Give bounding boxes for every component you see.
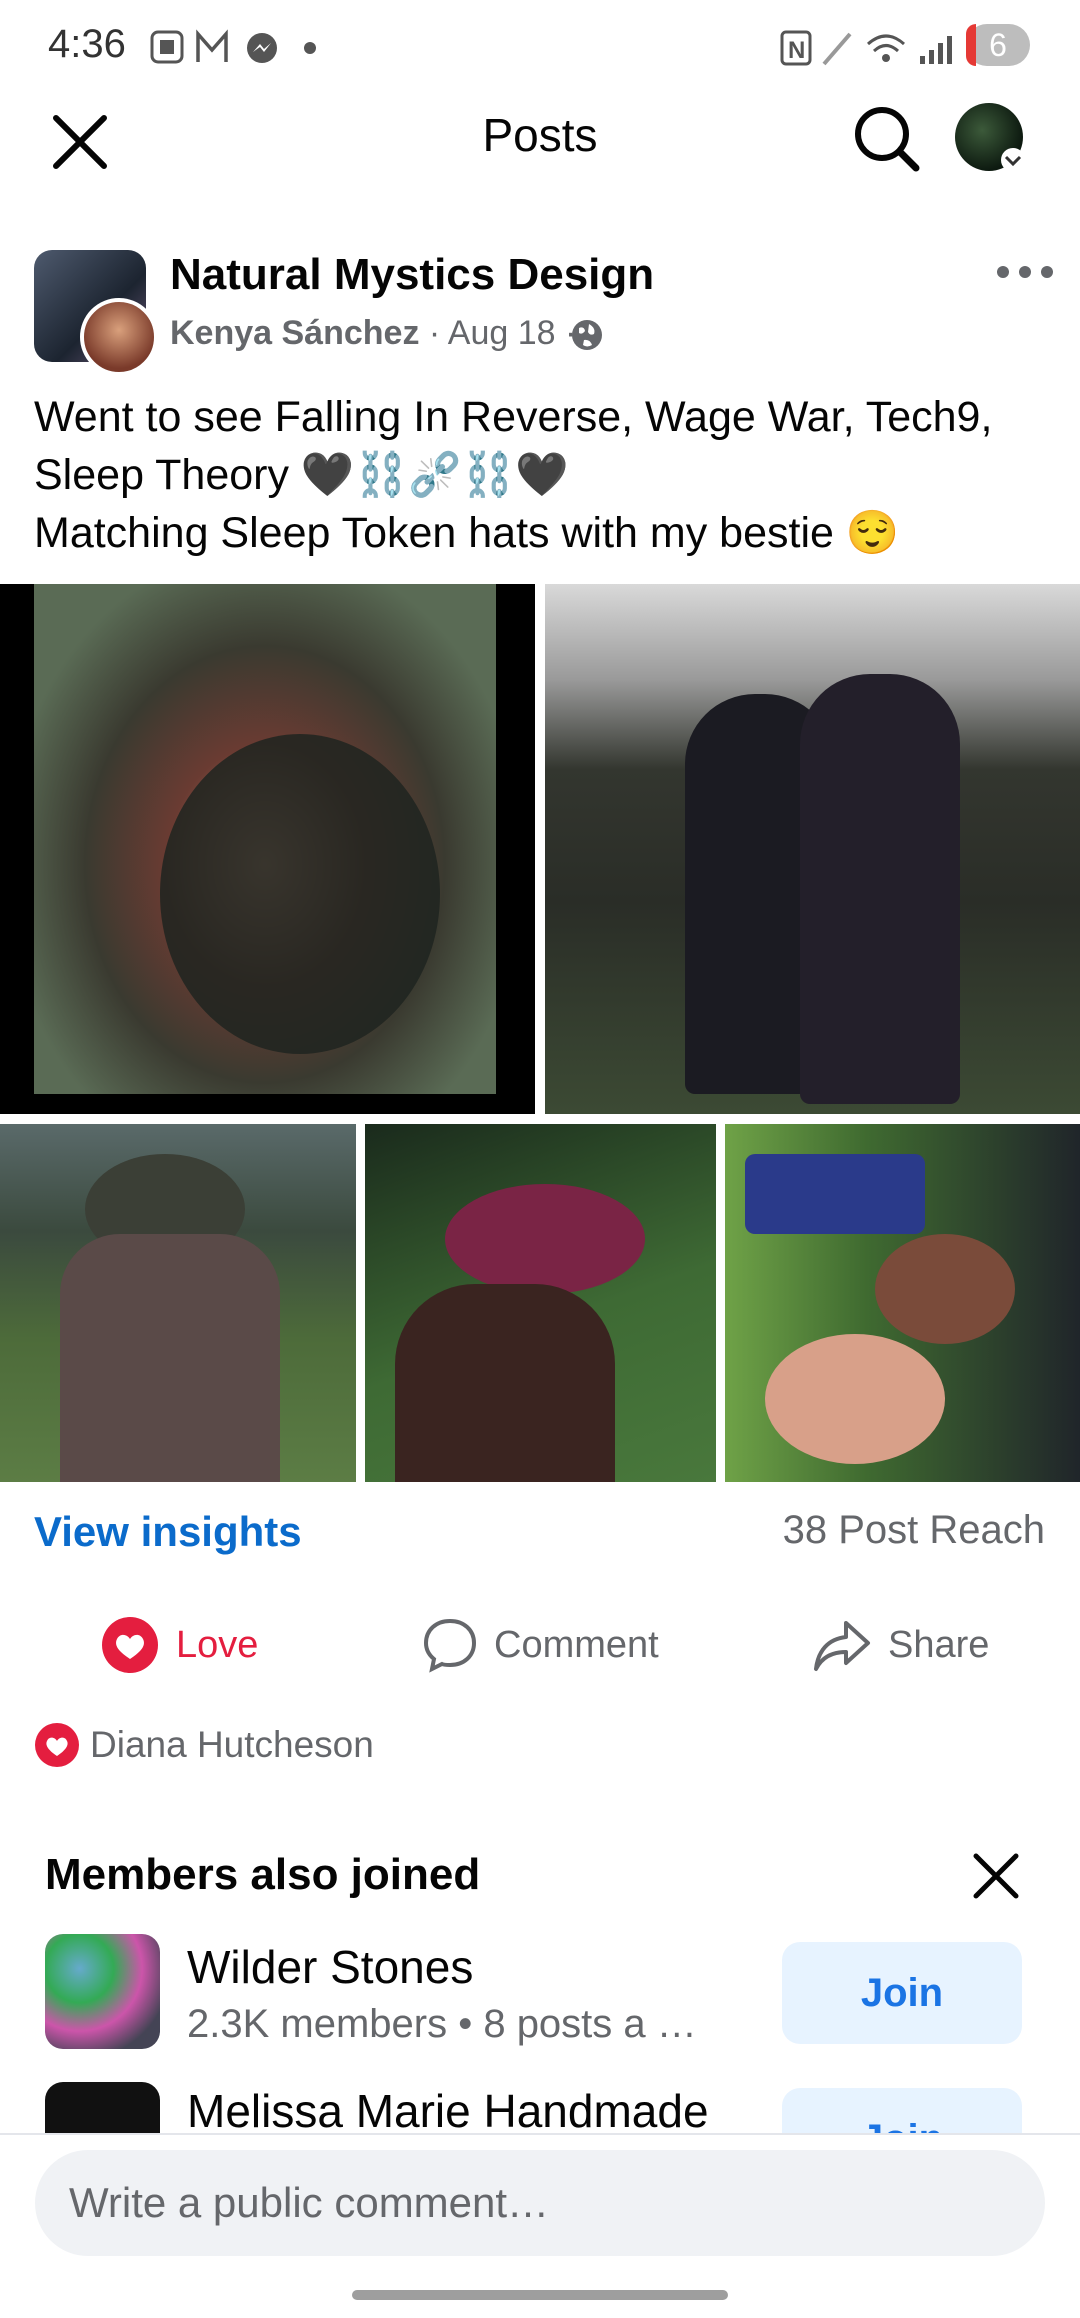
love-button[interactable]: Love [100, 1615, 258, 1675]
post-photo-5[interactable] [725, 1124, 1080, 1482]
post-text-line: Went to see Falling In Reverse, Wage War… [34, 393, 993, 441]
post-meta: Kenya Sánchez · Aug 18 · [170, 314, 576, 353]
post-text-line: Matching Sleep Token hats with my bestie… [34, 509, 900, 557]
group-name[interactable]: Natural Mystics Design [170, 250, 654, 300]
globe-icon [572, 320, 602, 350]
comment-button[interactable]: Comment [422, 1615, 659, 1675]
status-bar: 4:36 N 6 [0, 0, 1080, 90]
comment-input[interactable]: Write a public comment… [35, 2150, 1045, 2256]
reactor-name: Diana Hutcheson [90, 1724, 374, 1765]
author-avatar[interactable] [80, 298, 158, 376]
post-reach: 38 Post Reach [782, 1508, 1045, 1552]
post-photo-3[interactable] [0, 1124, 356, 1482]
comment-label: Comment [494, 1623, 659, 1666]
love-label: Love [176, 1623, 259, 1666]
post-text-line: Sleep Theory 🖤⛓️⛓️‍💥⛓️🖤 [34, 451, 569, 499]
notification-icons [150, 29, 316, 64]
meta-separator: · [419, 314, 448, 352]
post-date[interactable]: Aug 18 [448, 314, 556, 352]
suggested-group-name[interactable]: Wilder Stones [187, 1940, 473, 1994]
home-indicator[interactable] [352, 2290, 728, 2300]
post-text: Went to see Falling In Reverse, Wage War… [34, 388, 1044, 562]
reaction-summary[interactable]: Diana Hutcheson [34, 1722, 374, 1768]
post-photo-1[interactable] [0, 584, 535, 1114]
system-icons: N [780, 30, 952, 66]
battery-indicator: 6 [966, 24, 1030, 66]
more-options-icon[interactable] [995, 262, 1055, 282]
search-icon[interactable] [852, 104, 922, 174]
view-insights-link[interactable]: View insights [34, 1508, 302, 1556]
members-also-joined-title: Members also joined [45, 1850, 481, 1899]
love-reaction-icon [35, 1723, 79, 1767]
share-button[interactable]: Share [812, 1615, 989, 1675]
author-name[interactable]: Kenya Sánchez [170, 314, 419, 352]
close-icon[interactable] [972, 1852, 1020, 1900]
chevron-down-icon[interactable] [1000, 148, 1026, 172]
svg-text:N: N [788, 37, 805, 64]
share-icon [814, 1621, 870, 1671]
group-thumbnail-wilder-stones[interactable] [45, 1934, 160, 2049]
status-time: 4:36 [48, 22, 126, 66]
post-photo-4[interactable] [365, 1124, 716, 1482]
love-icon [102, 1617, 158, 1673]
suggested-group-subtitle: 2.3K members • 8 posts a … [187, 2002, 697, 2046]
share-label: Share [888, 1623, 990, 1666]
comment-icon [423, 1618, 477, 1673]
suggested-group-name[interactable]: Melissa Marie Handmade [187, 2084, 709, 2138]
join-button[interactable]: Join [782, 1942, 1022, 2044]
post-photo-2[interactable] [545, 584, 1080, 1114]
